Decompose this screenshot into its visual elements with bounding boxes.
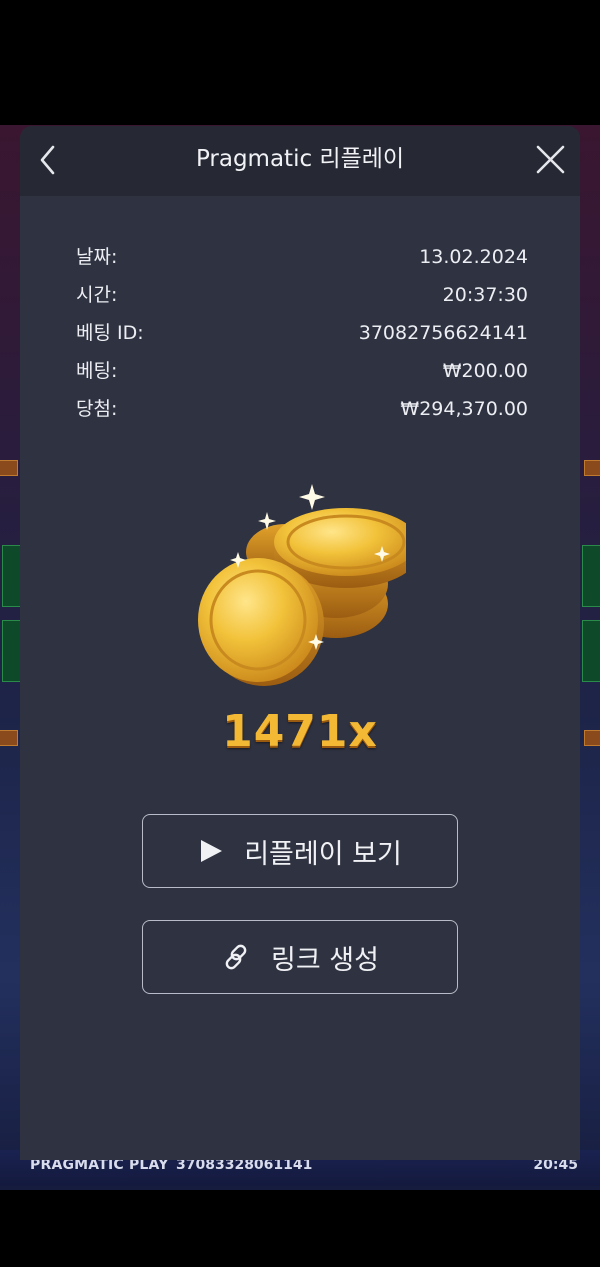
detail-label: 베팅 ID: [76,322,144,344]
detail-value: 37082756624141 [358,322,528,344]
link-icon [225,944,247,970]
view-replay-button[interactable]: 리플레이 보기 [142,814,458,888]
detail-value: 13.02.2024 [419,246,528,268]
detail-row-bet: 베팅: ₩200.00 [76,356,528,386]
background-decor [2,620,22,682]
replay-modal: Pragmatic 리플레이 날짜: 13.02.2024 시간: 20:37:… [20,126,580,1160]
background-decor [0,460,18,476]
background-decor [584,460,600,476]
create-link-label: 링크 생성 [271,944,379,976]
background-decor [2,545,22,607]
play-icon [201,840,223,862]
detail-row-bet-id: 베팅 ID: 37082756624141 [76,318,528,348]
detail-label: 당첨: [76,398,118,420]
background-decor [0,730,18,746]
detail-row-date: 날짜: 13.02.2024 [76,242,528,272]
close-button[interactable] [530,140,570,180]
detail-row-win: 당첨: ₩294,370.00 [76,394,528,424]
detail-value: 20:37:30 [442,284,528,306]
background-decor [584,730,600,746]
detail-row-time: 시간: 20:37:30 [76,280,528,310]
modal-title: Pragmatic 리플레이 [195,146,405,172]
close-icon [536,145,565,174]
modal-header: Pragmatic 리플레이 [20,126,580,196]
gold-coins-icon [198,484,406,686]
create-link-button[interactable]: 링크 생성 [142,920,458,994]
detail-label: 날짜: [76,246,118,268]
view-replay-label: 리플레이 보기 [244,838,402,870]
win-multiplier: 1471x [222,706,378,757]
detail-label: 베팅: [76,360,118,382]
background-decor [582,620,600,682]
detail-label: 시간: [76,284,118,306]
detail-value: ₩294,370.00 [400,398,528,420]
background-decor [582,545,600,607]
detail-value: ₩200.00 [442,360,528,382]
